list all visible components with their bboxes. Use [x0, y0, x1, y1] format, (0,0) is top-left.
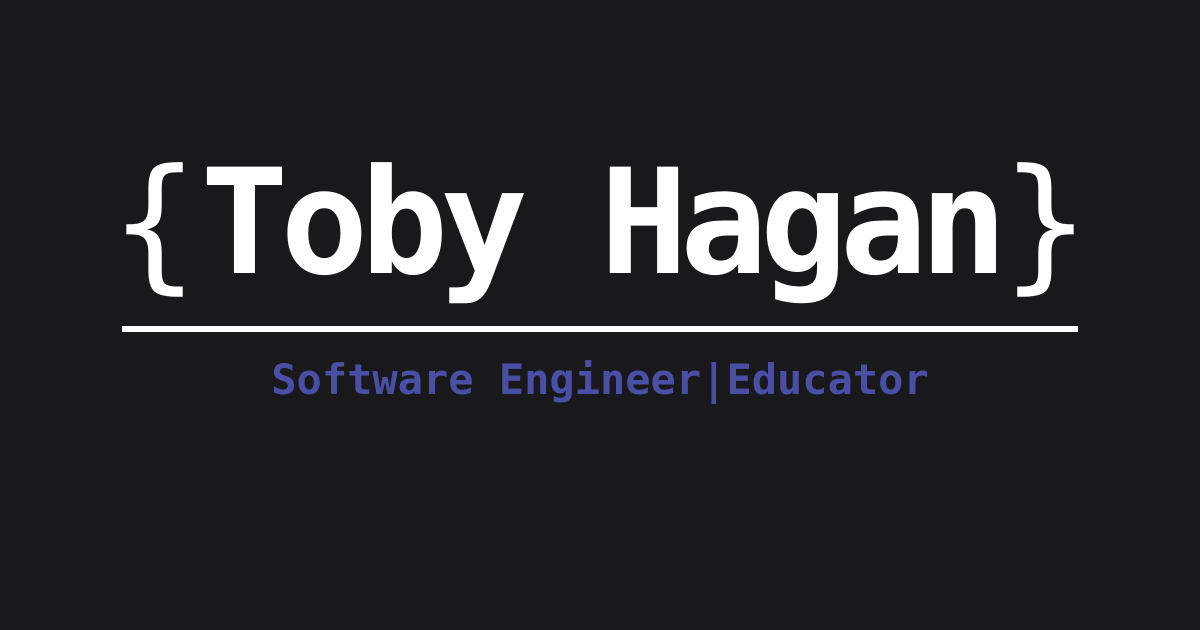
- divider-line: [122, 326, 1078, 332]
- tagline-separator: |: [701, 355, 727, 404]
- open-brace: {: [110, 138, 199, 308]
- role-software-engineer: Software Engineer: [271, 355, 702, 404]
- role-educator: Educator: [726, 355, 929, 404]
- tagline: Software Engineer | Educator: [0, 354, 1200, 406]
- person-name: Toby Hagan: [200, 138, 1008, 308]
- profile-card: {Toby Hagan} Software Engineer | Educato…: [0, 0, 1200, 630]
- close-brace: }: [1001, 138, 1090, 308]
- name-heading: {Toby Hagan}: [0, 138, 1200, 308]
